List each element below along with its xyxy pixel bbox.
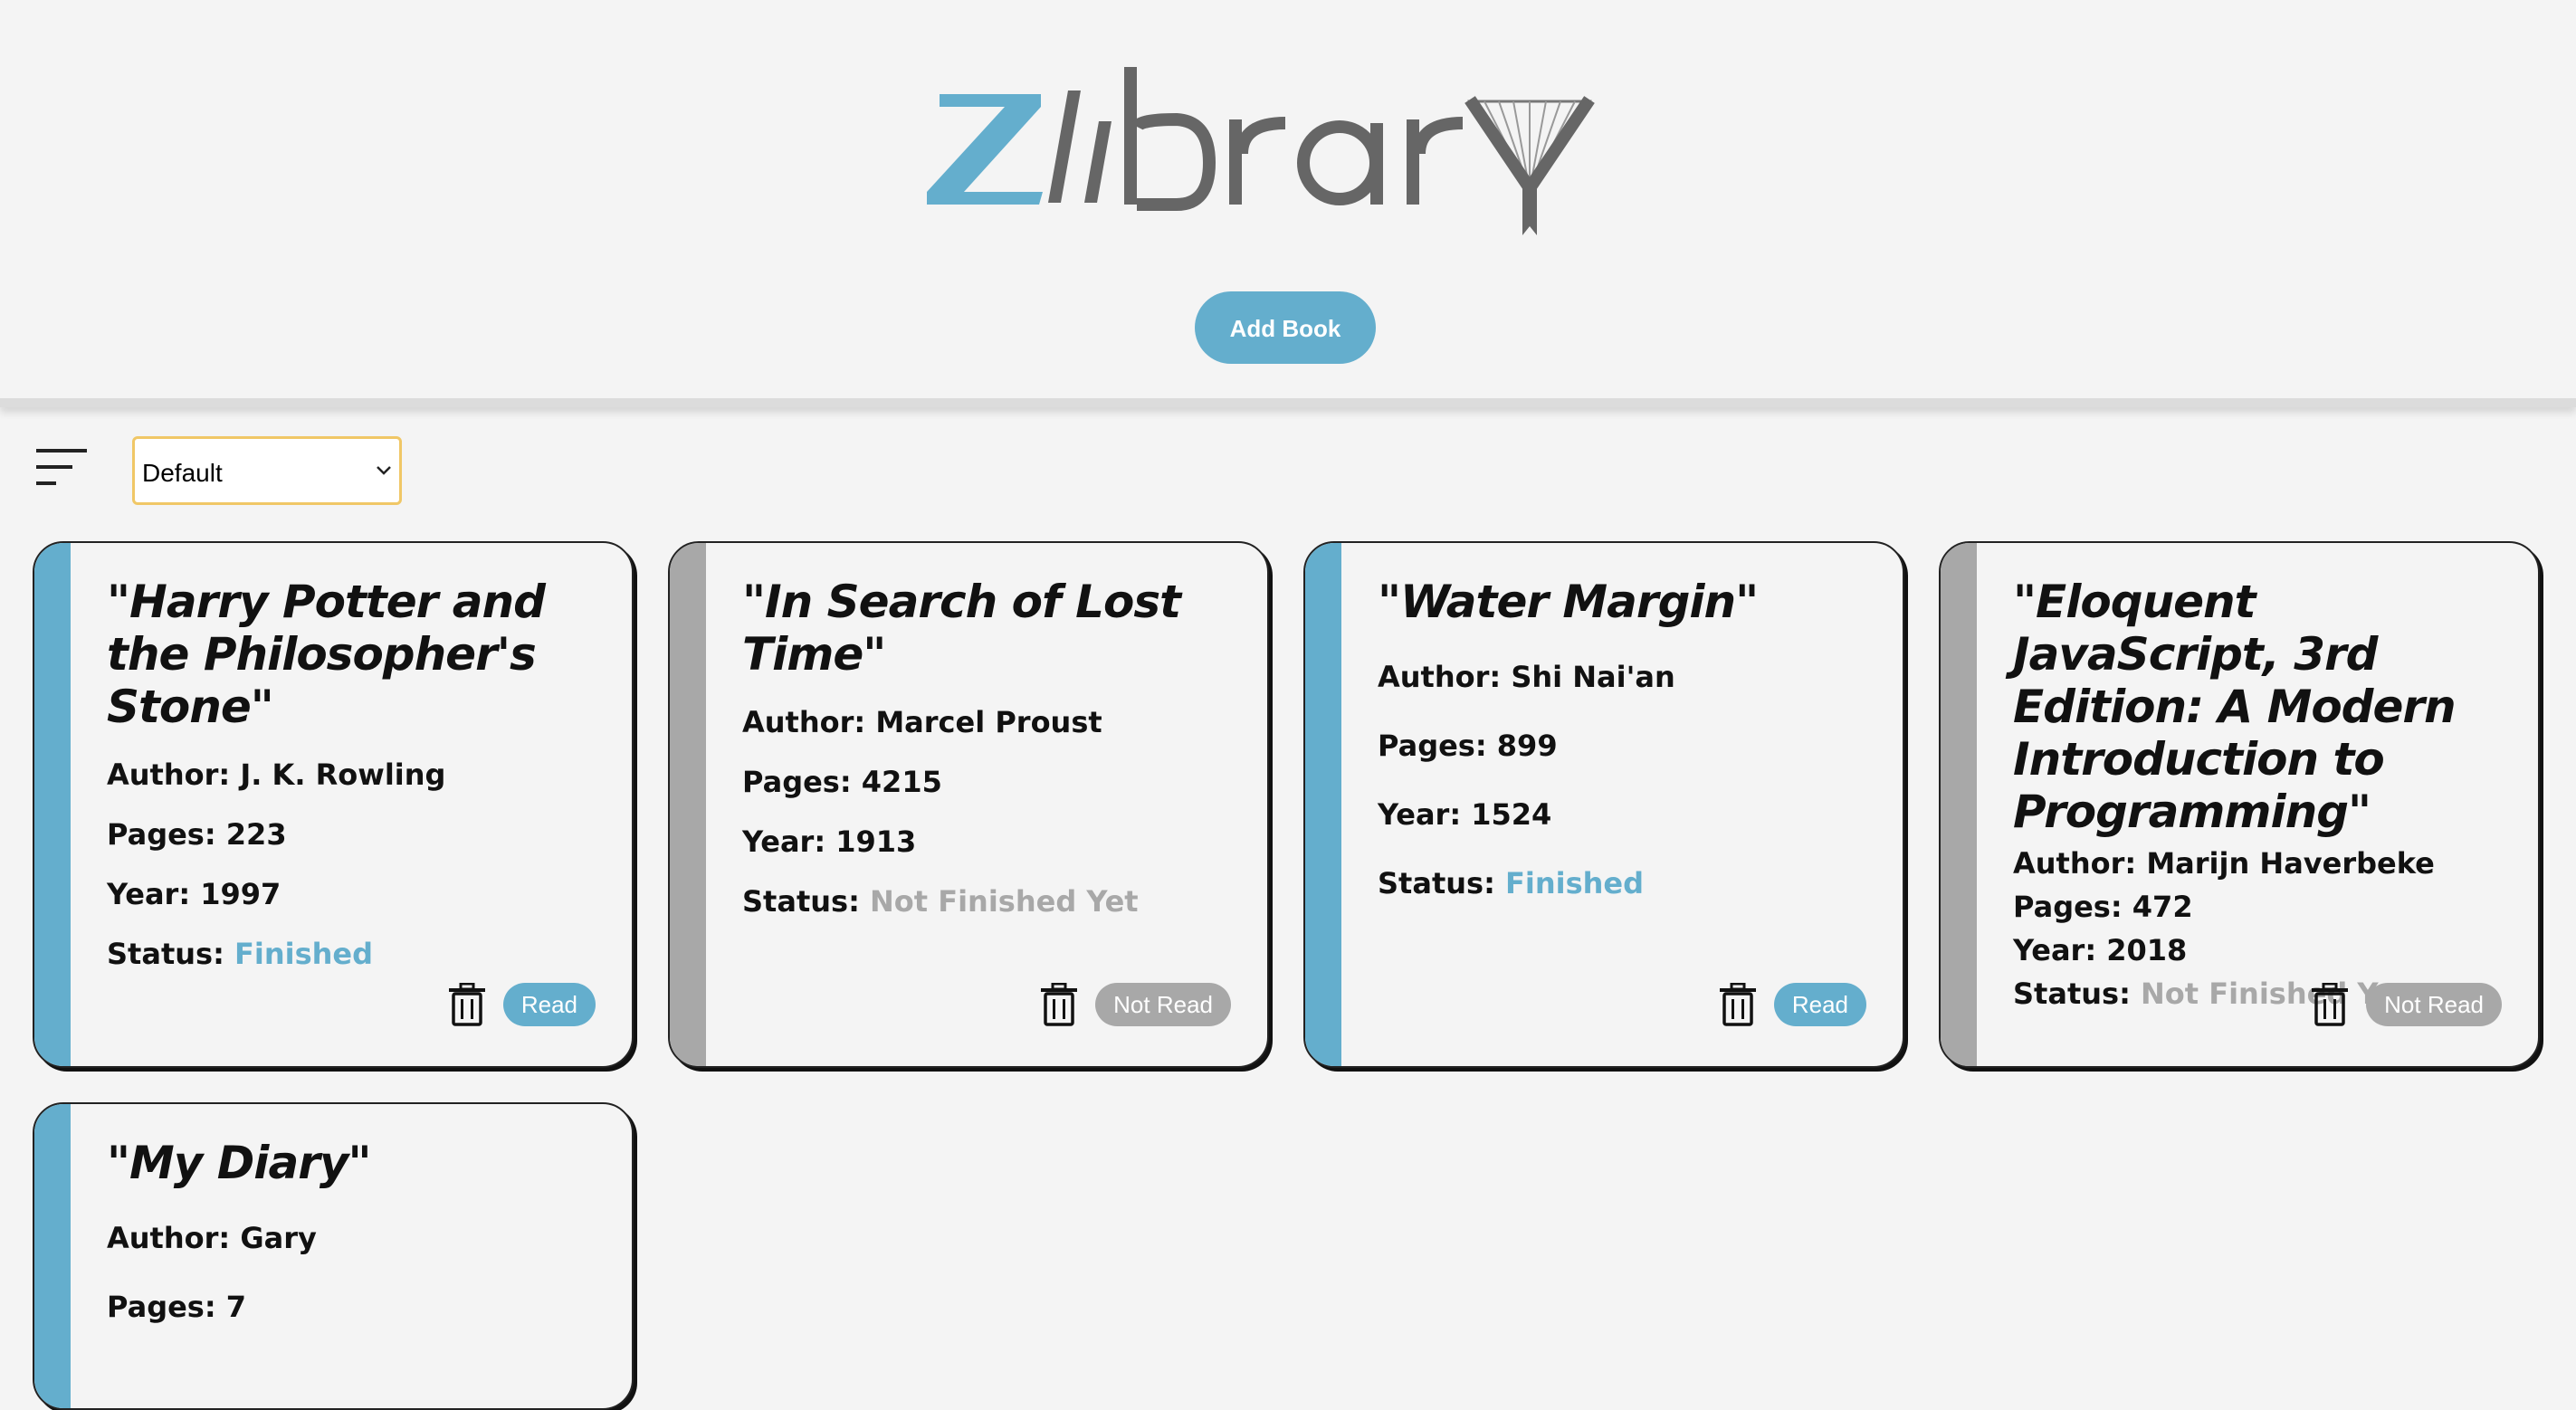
book-author: Author: Marijn Haverbeke <box>2013 846 2435 881</box>
book-pages: Pages: 7 <box>107 1290 247 1324</box>
read-status-bar <box>34 543 71 1066</box>
book-pages: Pages: 223 <box>107 817 287 852</box>
book-card: "In Search of Lost Time" Author: Marcel … <box>668 541 1269 1068</box>
book-year: Year: 2018 <box>2013 933 2188 967</box>
book-year: Year: 1524 <box>1378 797 1552 832</box>
read-status-bar <box>1941 543 1977 1066</box>
book-card: "Harry Potter and the Philosopher's Ston… <box>33 541 634 1068</box>
book-author: Author: Marcel Proust <box>742 705 1102 739</box>
read-toggle-button[interactable]: Read <box>1773 983 1866 1026</box>
read-toggle-button[interactable]: Read <box>502 983 596 1026</box>
book-pages: Pages: 4215 <box>742 765 942 799</box>
read-status-bar <box>1305 543 1341 1066</box>
book-author: Author: J. K. Rowling <box>107 757 446 792</box>
zlibrary-logo <box>914 54 1665 262</box>
book-status: Status: Finished <box>1378 866 1645 900</box>
sort-select-value: Default <box>142 459 223 487</box>
book-pages: Pages: 899 <box>1378 729 1558 763</box>
book-card: "Water Margin" Author: Shi Nai'an Pages:… <box>1303 541 1904 1068</box>
app-header: Add Book <box>0 0 2576 407</box>
book-year: Year: 1913 <box>742 824 917 859</box>
sort-icon[interactable] <box>36 447 91 487</box>
trash-icon[interactable] <box>1718 983 1758 1026</box>
book-title: "Water Margin" <box>1378 576 1759 628</box>
read-toggle-button[interactable]: Not Read <box>2366 983 2502 1026</box>
book-title: "Eloquent JavaScript, 3rd Edition: A Mod… <box>2013 576 2457 838</box>
read-status-bar <box>670 543 706 1066</box>
book-title: "My Diary" <box>107 1137 372 1189</box>
book-status: Status: Not Finished Yet <box>742 884 1139 919</box>
trash-icon[interactable] <box>447 983 487 1026</box>
book-card: "Eloquent JavaScript, 3rd Edition: A Mod… <box>1939 541 2540 1068</box>
book-author: Author: Shi Nai'an <box>1378 660 1675 694</box>
book-card: "My Diary" Author: Gary Pages: 7 <box>33 1102 634 1410</box>
chevron-down-icon <box>377 466 391 475</box>
trash-icon[interactable] <box>2310 983 2350 1026</box>
book-pages: Pages: 472 <box>2013 890 2193 924</box>
book-author: Author: Gary <box>107 1221 317 1255</box>
read-toggle-button[interactable]: Not Read <box>1095 983 1231 1026</box>
book-year: Year: 1997 <box>107 877 281 911</box>
add-book-button[interactable]: Add Book <box>1195 291 1376 364</box>
trash-icon[interactable] <box>1039 983 1079 1026</box>
book-title: "In Search of Lost Time" <box>742 576 1181 681</box>
book-title: "Harry Potter and the Philosopher's Ston… <box>107 576 546 733</box>
book-status: Status: Finished <box>107 937 374 971</box>
sort-select[interactable]: Default <box>132 436 402 505</box>
